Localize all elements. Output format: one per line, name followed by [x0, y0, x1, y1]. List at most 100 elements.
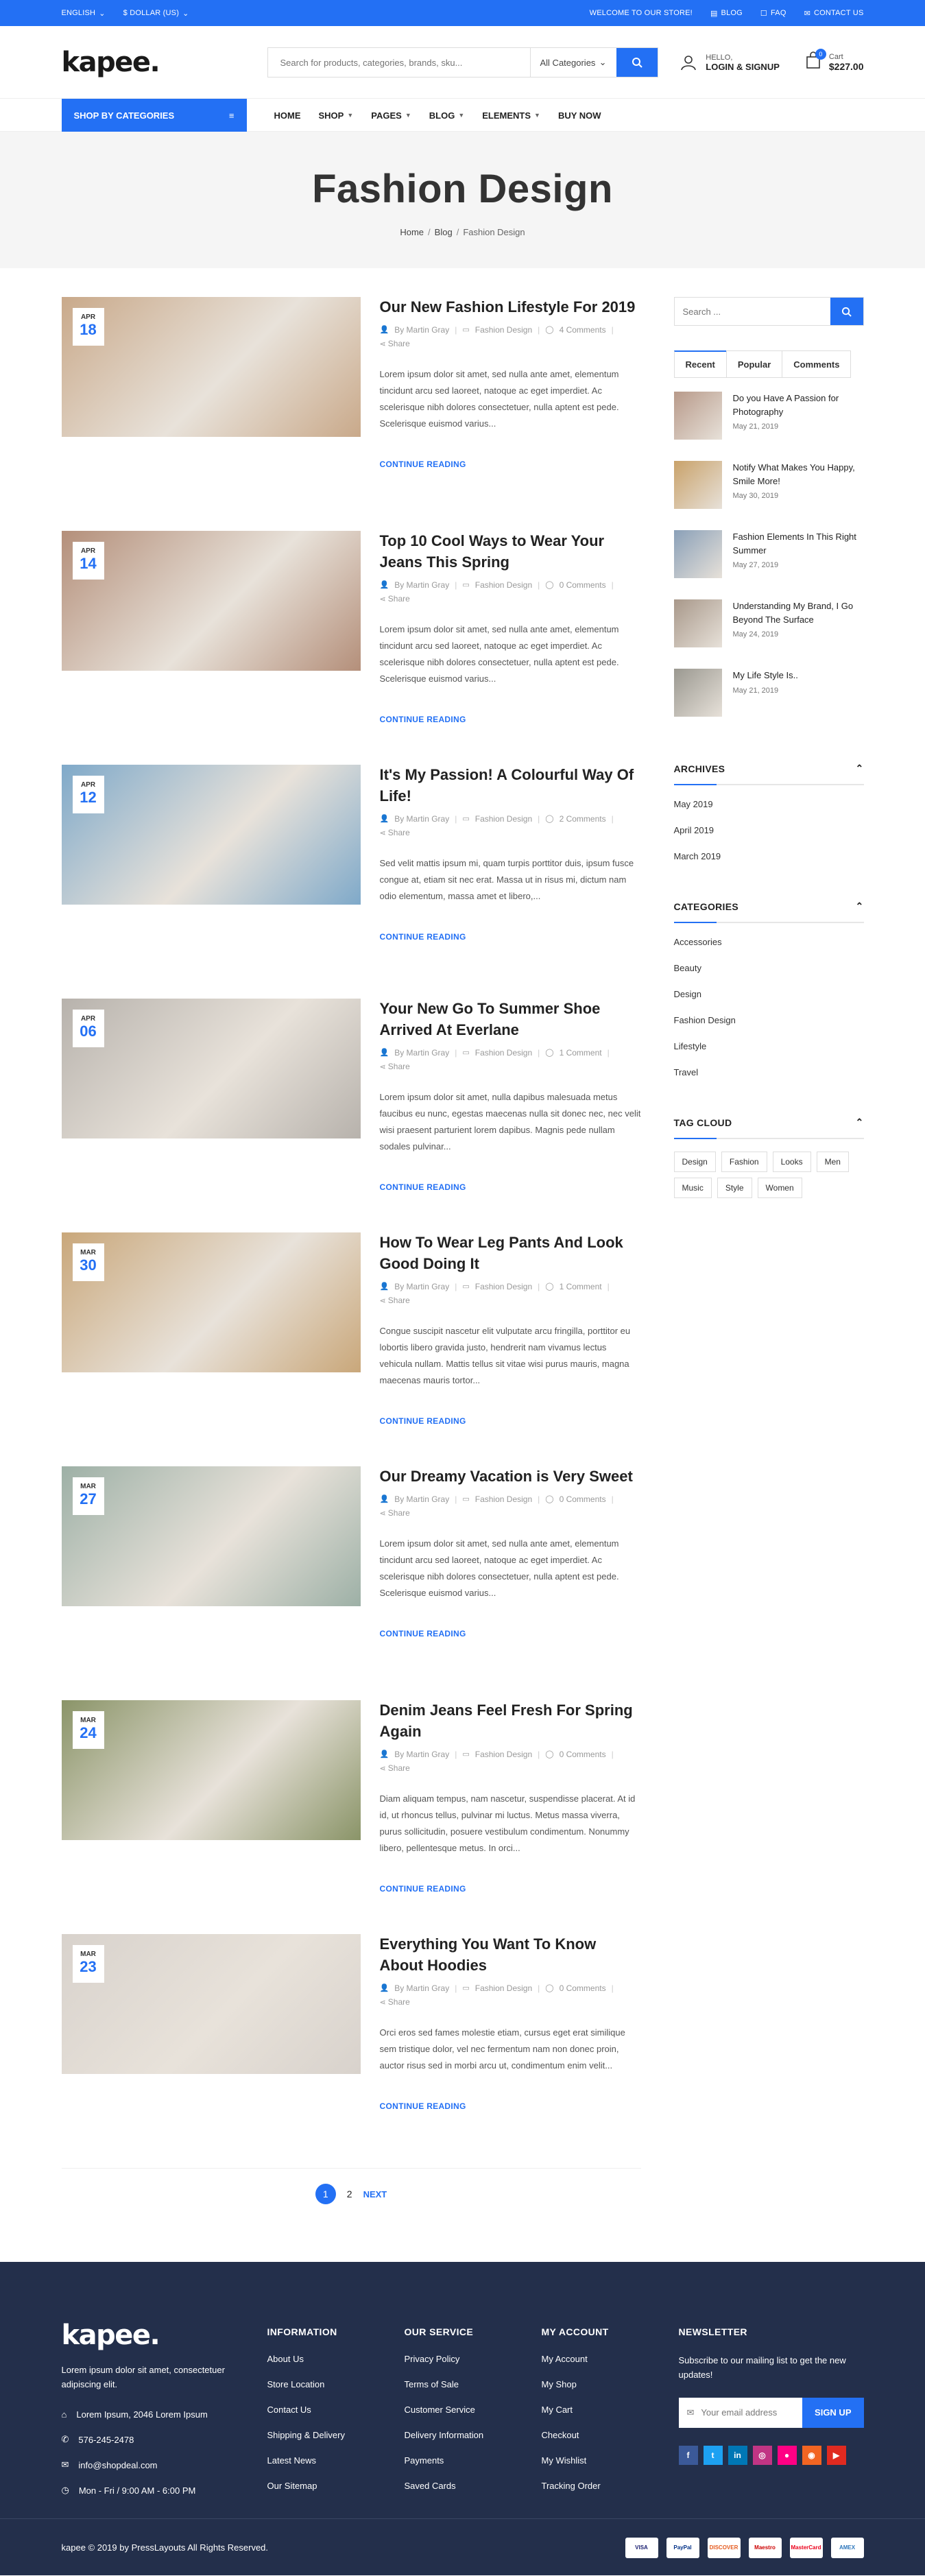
footer-account-link[interactable]: My Cart	[542, 2405, 679, 2430]
post-share[interactable]: ⋖ Share	[380, 1997, 641, 2007]
post-share[interactable]: ⋖ Share	[380, 1763, 641, 1773]
footer-service-link[interactable]: Saved Cards	[405, 2481, 542, 2506]
site-logo[interactable]: kapee.	[62, 47, 267, 78]
language-select[interactable]: ENGLISH ⌄	[62, 9, 106, 18]
archive-link[interactable]: April 2019	[674, 824, 864, 850]
post-comments[interactable]: 1 Comment	[560, 1048, 602, 1058]
post-title[interactable]: Our Dreamy Vacation is Very Sweet	[380, 1466, 641, 1488]
post-image[interactable]: MAR 30	[61, 1232, 361, 1372]
recent-post-title[interactable]: Fashion Elements In This Right Summer	[733, 530, 864, 557]
post-comments[interactable]: 0 Comments	[560, 1983, 606, 1993]
footer-information-link[interactable]: Our Sitemap	[267, 2481, 405, 2506]
nav-shop[interactable]: SHOP ▼	[319, 110, 354, 121]
page-1[interactable]: 1	[315, 2184, 336, 2204]
post-title[interactable]: Your New Go To Summer Shoe Arrived At Ev…	[380, 999, 641, 1041]
tag-link[interactable]: Fashion	[721, 1152, 767, 1172]
shop-by-categories-button[interactable]: SHOP BY CATEGORIES ≡	[61, 99, 247, 132]
tag-link[interactable]: Women	[757, 1178, 802, 1198]
post-category[interactable]: Fashion Design	[475, 1048, 532, 1058]
recent-post-title[interactable]: My Life Style Is..	[733, 669, 798, 682]
footer-service-link[interactable]: Payments	[405, 2455, 542, 2481]
search-input[interactable]	[267, 48, 530, 77]
post-image[interactable]: APR 14	[61, 531, 361, 671]
post-author[interactable]: By Martin Gray	[394, 1983, 449, 1993]
account-link[interactable]: HELLO, LOGIN & SIGNUP	[680, 53, 780, 72]
post-title[interactable]: Everything You Want To Know About Hoodie…	[380, 1934, 641, 1977]
breadcrumb-home[interactable]: Home	[400, 227, 424, 237]
continue-reading-link[interactable]: CONTINUE READING	[380, 715, 641, 724]
category-link[interactable]: Fashion Design	[674, 1014, 864, 1040]
footer-service-link[interactable]: Delivery Information	[405, 2430, 542, 2455]
post-image[interactable]: MAR 23	[61, 1934, 361, 2074]
recent-post-thumbnail[interactable]	[673, 461, 722, 509]
post-title[interactable]: How To Wear Leg Pants And Look Good Doin…	[380, 1232, 641, 1275]
archive-link[interactable]: May 2019	[674, 798, 864, 824]
post-title[interactable]: Our New Fashion Lifestyle For 2019	[380, 297, 641, 318]
next-page-link[interactable]: NEXT	[363, 2189, 387, 2199]
post-category[interactable]: Fashion Design	[475, 1282, 532, 1291]
post-comments[interactable]: 0 Comments	[560, 1750, 606, 1759]
footer-account-link[interactable]: My Wishlist	[542, 2455, 679, 2481]
footer-account-link[interactable]: Checkout	[542, 2430, 679, 2455]
post-category[interactable]: Fashion Design	[475, 1750, 532, 1759]
category-link[interactable]: Accessories	[674, 935, 864, 962]
post-comments[interactable]: 4 Comments	[560, 325, 606, 335]
recent-post-thumbnail[interactable]	[673, 599, 722, 647]
post-category[interactable]: Fashion Design	[475, 1494, 532, 1504]
post-author[interactable]: By Martin Gray	[394, 1048, 449, 1058]
footer-information-link[interactable]: About Us	[267, 2354, 405, 2379]
footer-account-link[interactable]: Tracking Order	[542, 2481, 679, 2506]
footer-information-link[interactable]: Latest News	[267, 2455, 405, 2481]
tab-popular[interactable]: Popular	[725, 350, 783, 378]
post-category[interactable]: Fashion Design	[475, 814, 532, 824]
youtube-icon[interactable]: ▶	[826, 2445, 846, 2465]
recent-post-thumbnail[interactable]	[673, 530, 722, 578]
footer-email-text[interactable]: info@shopdeal.com	[78, 2460, 157, 2470]
category-link[interactable]: Lifestyle	[674, 1040, 864, 1066]
post-share[interactable]: ⋖ Share	[380, 1062, 641, 1071]
post-category[interactable]: Fashion Design	[475, 1983, 532, 1993]
contact-link[interactable]: ✉ CONTACT US	[804, 9, 864, 18]
facebook-icon[interactable]: f	[678, 2445, 698, 2465]
category-link[interactable]: Beauty	[674, 962, 864, 988]
tag-link[interactable]: Style	[717, 1178, 752, 1198]
footer-service-link[interactable]: Terms of Sale	[405, 2379, 542, 2405]
recent-post-item[interactable]: Do you Have A Passion for Photography May…	[673, 392, 864, 461]
nav-pages[interactable]: PAGES ▼	[371, 110, 411, 121]
recent-post-thumbnail[interactable]	[673, 669, 722, 717]
newsletter-email-input[interactable]: ✉ Your email address	[678, 2397, 803, 2428]
post-image[interactable]: APR 12	[61, 765, 361, 905]
footer-account-link[interactable]: My Account	[542, 2354, 679, 2379]
tab-comments[interactable]: Comments	[782, 350, 852, 378]
post-author[interactable]: By Martin Gray	[394, 1750, 449, 1759]
continue-reading-link[interactable]: CONTINUE READING	[380, 1629, 641, 1638]
linkedin-icon[interactable]: in	[728, 2445, 747, 2465]
archive-link[interactable]: March 2019	[674, 850, 864, 876]
footer-logo[interactable]: kapee.	[62, 2319, 267, 2351]
continue-reading-link[interactable]: CONTINUE READING	[380, 1884, 641, 1894]
post-comments[interactable]: 1 Comment	[560, 1282, 602, 1291]
continue-reading-link[interactable]: CONTINUE READING	[380, 932, 641, 942]
category-select[interactable]: All Categories ⌄	[529, 48, 616, 77]
archives-title[interactable]: ARCHIVES ⌃	[673, 763, 864, 785]
tag-cloud-title[interactable]: TAG CLOUD ⌃	[673, 1117, 864, 1139]
post-author[interactable]: By Martin Gray	[394, 580, 449, 590]
post-comments[interactable]: 0 Comments	[560, 1494, 606, 1504]
tag-link[interactable]: Design	[673, 1152, 716, 1172]
nav-elements[interactable]: ELEMENTS ▼	[482, 110, 540, 121]
blog-link[interactable]: ▤ BLOG	[710, 9, 743, 18]
post-image[interactable]: APR 18	[61, 297, 361, 437]
footer-service-link[interactable]: Privacy Policy	[405, 2354, 542, 2379]
post-author[interactable]: By Martin Gray	[394, 1282, 449, 1291]
nav-buy-now[interactable]: BUY NOW	[558, 110, 601, 121]
search-button[interactable]	[616, 48, 658, 77]
continue-reading-link[interactable]: CONTINUE READING	[380, 2101, 641, 2111]
tag-link[interactable]: Men	[816, 1152, 849, 1172]
nav-blog[interactable]: BLOG ▼	[429, 110, 464, 121]
post-title[interactable]: Top 10 Cool Ways to Wear Your Jeans This…	[380, 531, 641, 573]
footer-information-link[interactable]: Store Location	[267, 2379, 405, 2405]
tag-link[interactable]: Looks	[772, 1152, 811, 1172]
post-category[interactable]: Fashion Design	[475, 325, 532, 335]
faq-link[interactable]: ☐ FAQ	[760, 9, 786, 18]
post-share[interactable]: ⋖ Share	[380, 339, 641, 348]
